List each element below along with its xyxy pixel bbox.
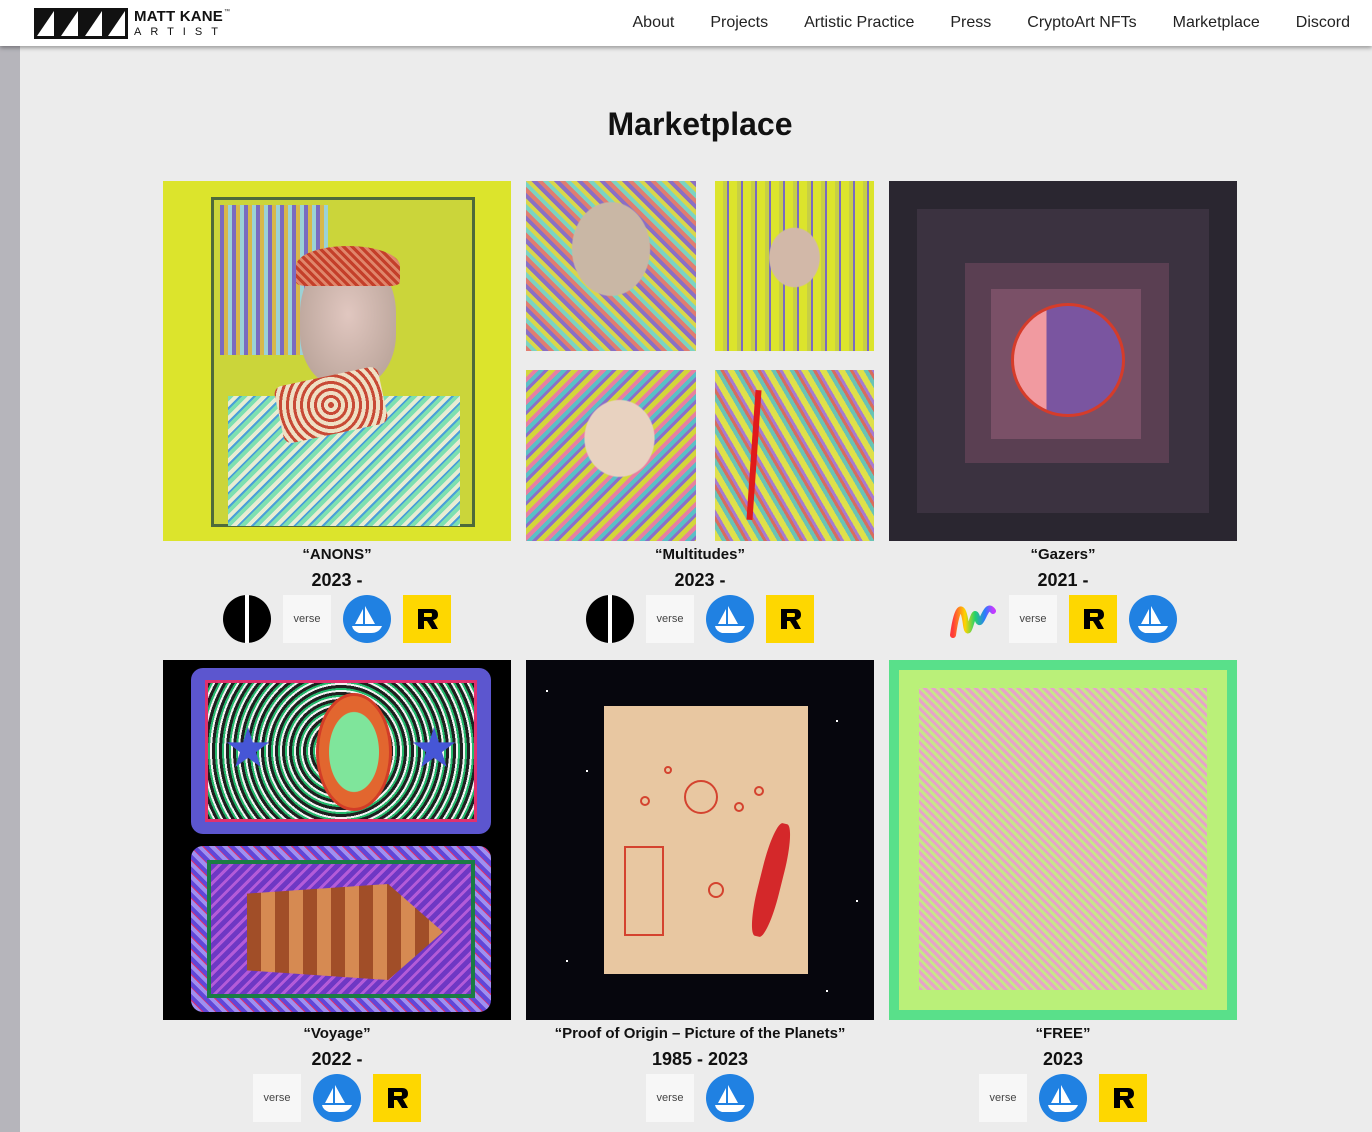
- marketplace-links: verse: [526, 1074, 874, 1122]
- top-navigation-bar: MATT KANE ARTIST ™ About Projects Artist…: [0, 0, 1372, 46]
- main-nav: About Projects Artistic Practice Press C…: [615, 0, 1369, 46]
- artwork-card-anons: “ANONS” 2023 - verse: [163, 181, 511, 643]
- opensea-icon[interactable]: [706, 595, 754, 643]
- artwork-card-gazers: “Gazers” 2021 - verse: [889, 181, 1237, 643]
- logo-mark-icon: [34, 8, 128, 39]
- artwork-title: “Gazers”: [1030, 546, 1096, 563]
- artwork-card-proof-of-origin: “Proof of Origin – Picture of the Planet…: [526, 660, 874, 1122]
- nav-cryptoart-nfts[interactable]: CryptoArt NFTs: [1027, 14, 1136, 32]
- nav-marketplace[interactable]: Marketplace: [1173, 14, 1260, 32]
- rarible-icon[interactable]: [1099, 1074, 1147, 1122]
- rarible-icon[interactable]: [373, 1074, 421, 1122]
- artwork-years: 2023: [1042, 1049, 1084, 1069]
- opensea-icon[interactable]: [343, 595, 391, 643]
- artwork-image-gazers[interactable]: [889, 181, 1237, 541]
- page-title: Marketplace: [607, 106, 793, 142]
- marketplace-links: verse: [163, 1074, 511, 1122]
- artwork-card-free: “FREE” 2023 verse: [889, 660, 1237, 1122]
- verse-icon[interactable]: verse: [1009, 595, 1057, 643]
- artwork-title: “Proof of Origin – Picture of the Planet…: [554, 1025, 846, 1042]
- artwork-image-free[interactable]: [889, 660, 1237, 1020]
- async-art-icon[interactable]: [949, 595, 997, 643]
- nav-about[interactable]: About: [633, 14, 675, 32]
- logo-text: MATT KANE ARTIST: [134, 9, 227, 38]
- artwork-image-proof-of-origin[interactable]: [526, 660, 874, 1020]
- nav-artistic-practice[interactable]: Artistic Practice: [804, 14, 914, 32]
- marketplace-links: verse: [889, 595, 1237, 643]
- artwork-image-voyage[interactable]: [163, 660, 511, 1020]
- artwork-years: 2023 -: [311, 570, 363, 590]
- artwork-title: “Multitudes”: [655, 546, 745, 563]
- artwork-card-voyage: “Voyage” 2022 - verse: [163, 660, 511, 1122]
- nav-projects[interactable]: Projects: [710, 14, 768, 32]
- foundation-icon[interactable]: [223, 595, 271, 643]
- artwork-title: “Voyage”: [303, 1025, 371, 1042]
- artwork-years: 2021 -: [1037, 570, 1089, 590]
- artwork-title: “ANONS”: [302, 546, 372, 563]
- trademark-mark: ™: [224, 9, 230, 15]
- verse-icon[interactable]: verse: [253, 1074, 301, 1122]
- artwork-years: 2022 -: [311, 1049, 363, 1069]
- opensea-icon[interactable]: [313, 1074, 361, 1122]
- left-scroll-strip: [0, 46, 20, 1132]
- rarible-icon[interactable]: [403, 595, 451, 643]
- opensea-icon[interactable]: [706, 1074, 754, 1122]
- marketplace-links: verse: [889, 1074, 1237, 1122]
- artwork-image-multitudes[interactable]: [526, 181, 874, 541]
- marketplace-links: verse: [163, 595, 511, 643]
- opensea-icon[interactable]: [1039, 1074, 1087, 1122]
- logo-tagline: ARTIST: [134, 26, 227, 38]
- artwork-years: 2023 -: [674, 570, 726, 590]
- artwork-card-multitudes: “Multitudes” 2023 - verse: [526, 181, 874, 643]
- marketplace-links: verse: [526, 595, 874, 643]
- foundation-icon[interactable]: [586, 595, 634, 643]
- artwork-image-anons[interactable]: [163, 181, 511, 541]
- rarible-icon[interactable]: [1069, 595, 1117, 643]
- site-logo[interactable]: MATT KANE ARTIST ™: [34, 8, 230, 39]
- logo-name: MATT KANE: [134, 8, 224, 25]
- verse-icon[interactable]: verse: [283, 595, 331, 643]
- verse-icon[interactable]: verse: [646, 1074, 694, 1122]
- verse-icon[interactable]: verse: [979, 1074, 1027, 1122]
- artwork-years: 1985 - 2023: [651, 1049, 749, 1069]
- verse-icon[interactable]: verse: [646, 595, 694, 643]
- nav-discord[interactable]: Discord: [1296, 14, 1350, 32]
- rarible-icon[interactable]: [766, 595, 814, 643]
- opensea-icon[interactable]: [1129, 595, 1177, 643]
- artwork-title: “FREE”: [1035, 1025, 1091, 1042]
- nav-press[interactable]: Press: [950, 14, 991, 32]
